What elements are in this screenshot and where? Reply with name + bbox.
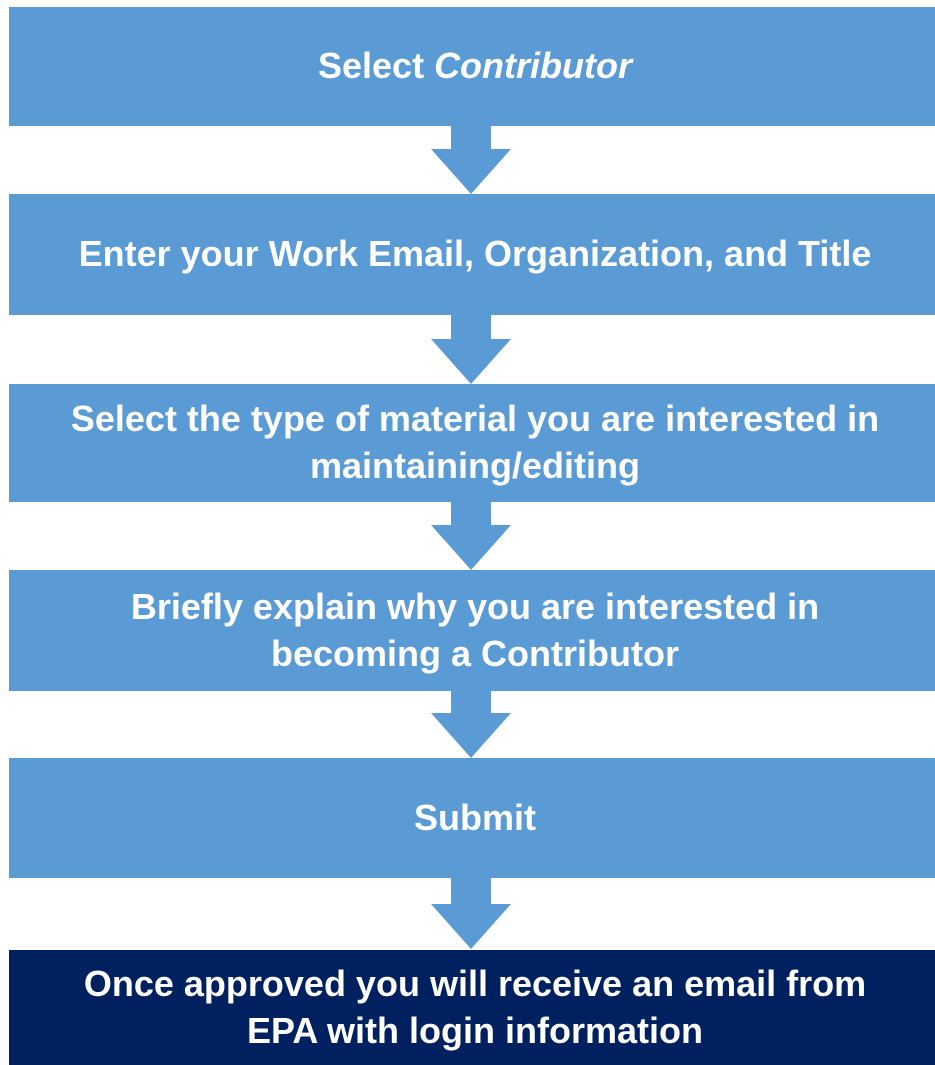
step-label: Select the type of material you are inte… <box>70 398 880 486</box>
down-arrow-icon <box>431 502 511 570</box>
step-label: Once approved you will receive an email … <box>83 962 867 1051</box>
down-arrow-icon <box>431 126 511 194</box>
flow-step-select-material-type: Select the type of material you are inte… <box>9 384 935 502</box>
flow-step-select-contributor: Select Contributor <box>9 7 935 126</box>
flow-step-enter-details: Enter your Work Email, Organization, and… <box>9 194 935 315</box>
step-label: Select Contributor <box>317 45 633 87</box>
down-arrow-icon <box>431 878 511 949</box>
down-arrow-icon <box>431 691 511 758</box>
step-label: Briefly explain why you are interested i… <box>130 585 820 674</box>
flow-step-approval-email: Once approved you will receive an email … <box>9 950 935 1065</box>
flow-step-explain-interest: Briefly explain why you are interested i… <box>9 570 935 691</box>
step-label: Submit <box>414 796 536 838</box>
flow-step-submit: Submit <box>9 758 935 878</box>
step-label: Enter your Work Email, Organization, and… <box>78 233 872 275</box>
down-arrow-icon <box>431 315 511 384</box>
